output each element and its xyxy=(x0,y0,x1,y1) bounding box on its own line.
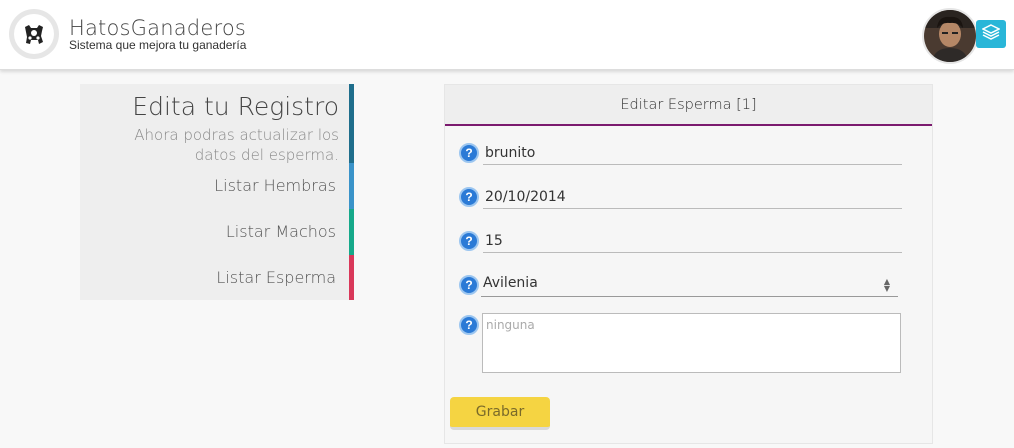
sidebar-item-listar-machos[interactable]: Listar Machos xyxy=(226,222,336,241)
form-header: Editar Esperma [1] xyxy=(445,85,932,126)
name-field[interactable] xyxy=(483,141,902,165)
quantity-field[interactable] xyxy=(483,229,902,253)
avatar[interactable] xyxy=(922,8,978,64)
help-icon[interactable]: ? xyxy=(459,315,479,335)
date-field[interactable] xyxy=(483,185,902,209)
help-icon[interactable]: ? xyxy=(459,231,479,251)
sidebar-accent-title xyxy=(349,84,354,163)
top-header: HatosGanaderos Sistema que mejora tu gan… xyxy=(0,0,1014,70)
help-icon[interactable]: ? xyxy=(459,275,479,295)
breed-select[interactable]: Avilenia ▲ ▼ xyxy=(481,273,898,297)
cow-icon xyxy=(14,14,54,54)
sidebar-item-listar-hembras[interactable]: Listar Hembras xyxy=(214,176,336,195)
edit-form-panel: Editar Esperma [1] xyxy=(444,84,933,444)
breed-select-value: Avilenia xyxy=(483,275,538,291)
sidebar-item-listar-esperma[interactable]: Listar Esperma xyxy=(216,268,336,287)
sidebar-panel: Edita tu Registro Ahora podras actualiza… xyxy=(80,84,349,300)
logo[interactable] xyxy=(9,9,59,59)
form-title: Editar Esperma [1] xyxy=(620,96,757,113)
sidebar-accent-machos xyxy=(349,209,354,255)
sidebar-description: Ahora podras actualizar los datos del es… xyxy=(134,126,339,164)
sidebar-accent-hembras xyxy=(349,163,354,209)
app-subtitle: Sistema que mejora tu ganadería xyxy=(69,38,247,52)
select-arrows-icon: ▲ ▼ xyxy=(883,277,890,293)
layers-button[interactable] xyxy=(976,20,1006,48)
notes-textarea[interactable] xyxy=(482,313,901,373)
help-icon[interactable]: ? xyxy=(459,187,479,207)
sidebar-title: Edita tu Registro xyxy=(132,92,339,121)
layers-icon xyxy=(981,24,1001,44)
save-button[interactable]: Grabar xyxy=(450,397,550,430)
app-title: HatosGanaderos xyxy=(69,16,247,40)
help-icon[interactable]: ? xyxy=(459,143,479,163)
sidebar-accent-esperma xyxy=(349,255,354,300)
